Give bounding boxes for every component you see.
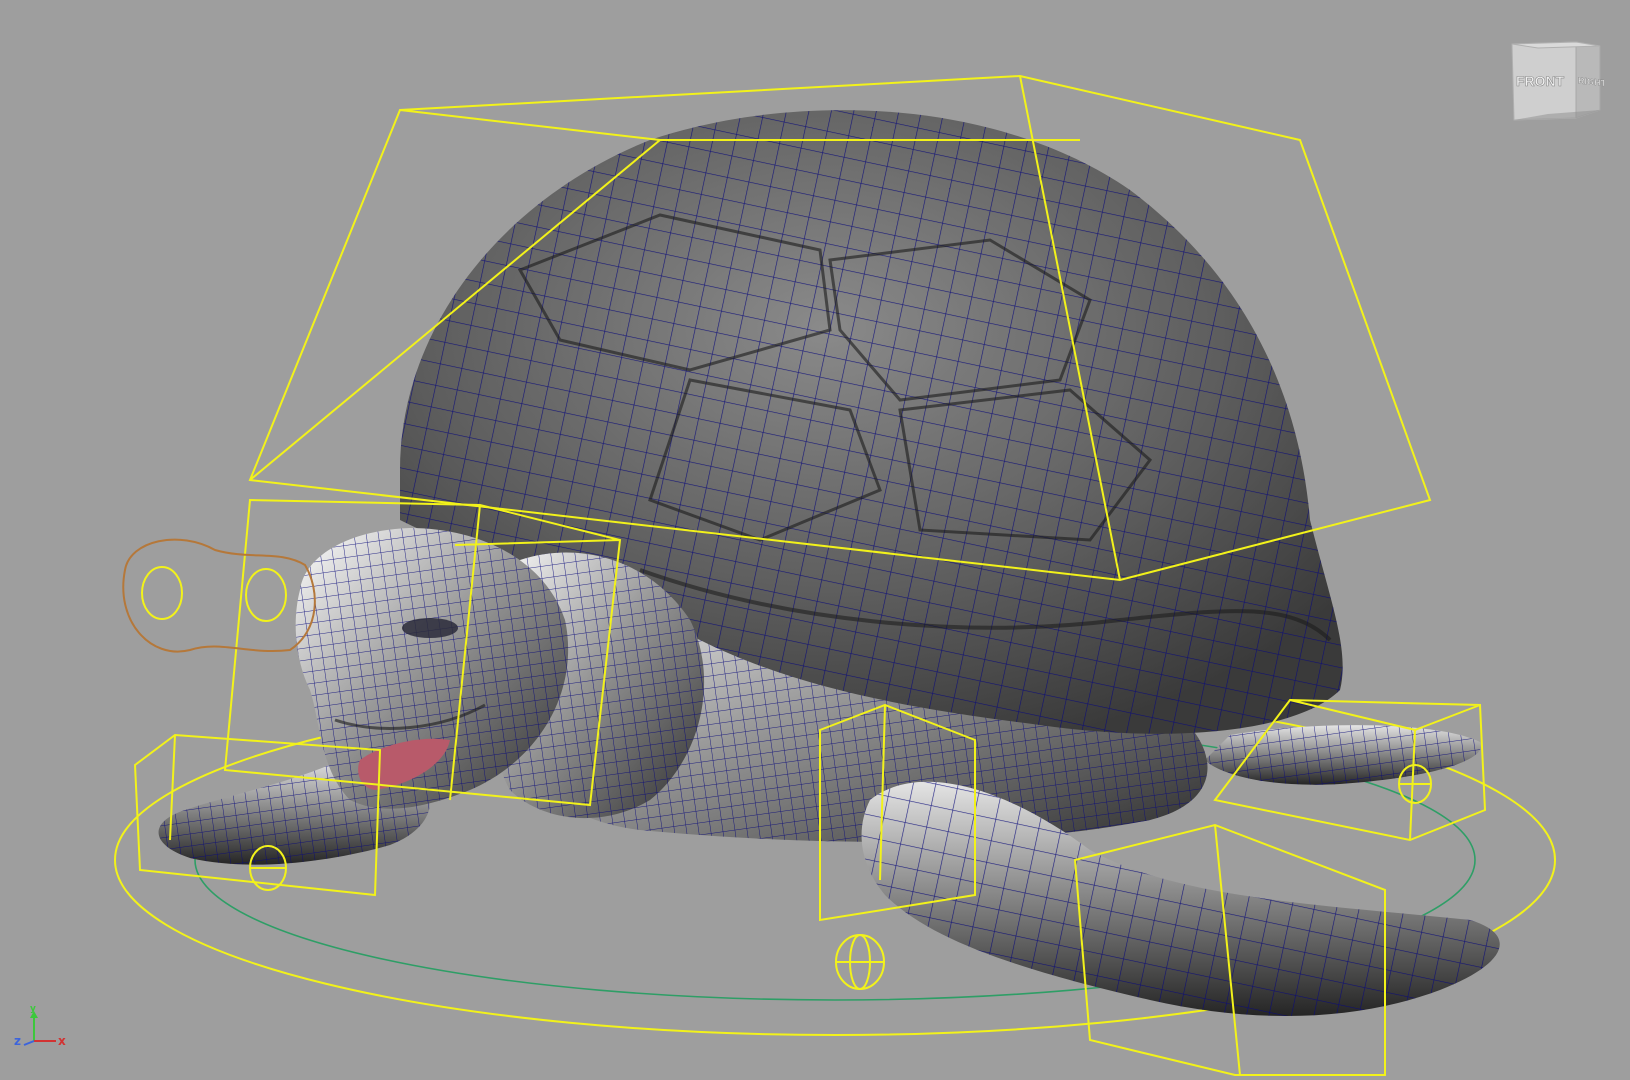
rear-flipper-right[interactable] xyxy=(1205,725,1482,785)
x-axis-label: x xyxy=(58,1034,66,1048)
view-cube-graphic[interactable]: FRONT RIGHT xyxy=(1508,38,1607,124)
view-cube[interactable]: FRONT RIGHT xyxy=(1508,38,1607,124)
z-axis-line xyxy=(23,1040,35,1046)
z-axis-label: z xyxy=(14,1034,21,1048)
viewport-scene[interactable] xyxy=(0,0,1630,1080)
3d-viewport[interactable]: FRONT RIGHT y x z xyxy=(0,0,1630,1080)
view-cube-front-label[interactable]: FRONT xyxy=(1516,73,1565,90)
front-flipper-right[interactable] xyxy=(861,781,1500,1017)
eye-look-control[interactable] xyxy=(122,538,316,653)
axis-indicator: y x z xyxy=(14,1005,66,1048)
turtle-eye xyxy=(402,618,458,638)
y-axis-label: y xyxy=(30,1005,36,1014)
